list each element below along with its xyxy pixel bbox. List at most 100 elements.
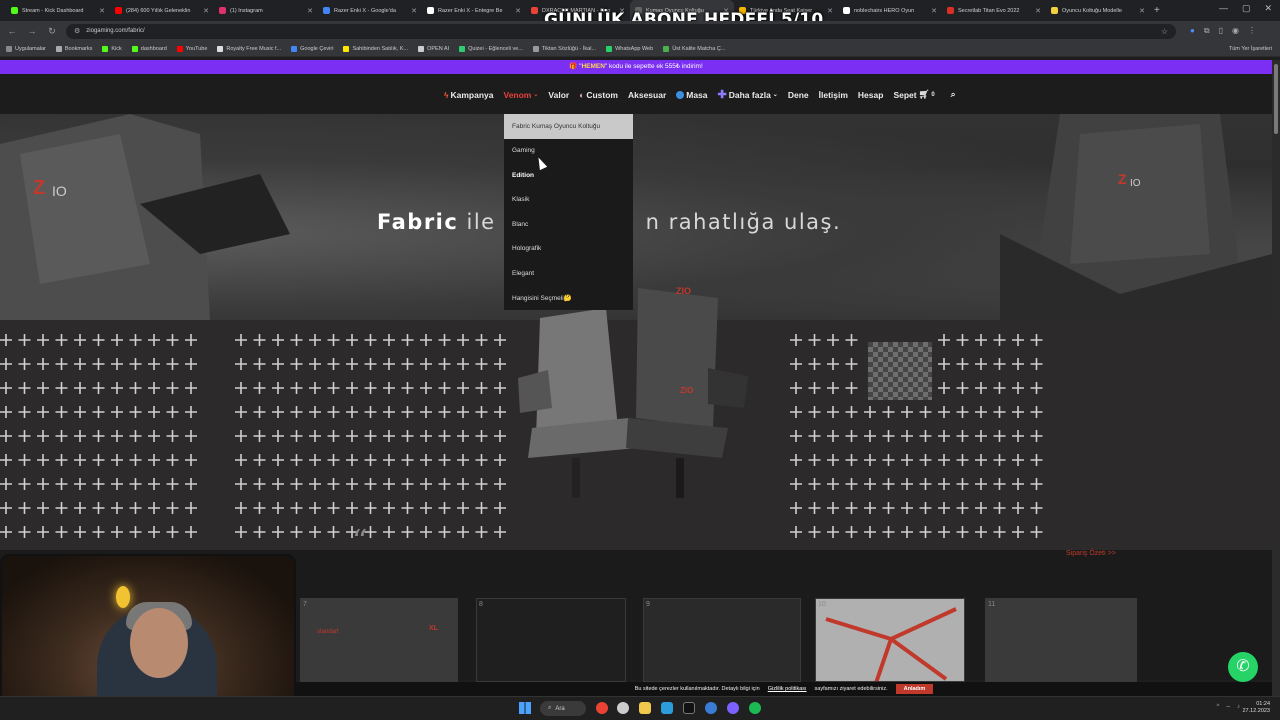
dropdown-item[interactable]: Edition [504, 163, 633, 188]
tray-chevron-icon[interactable]: ^ [1217, 704, 1220, 712]
windows-start-icon[interactable] [519, 702, 531, 714]
folder-icon[interactable] [639, 702, 651, 714]
minimize-icon[interactable]: — [1219, 3, 1228, 14]
tab-favicon [843, 7, 850, 14]
profile-avatar[interactable]: ◉ [1232, 26, 1239, 36]
nav-hesap[interactable]: Hesap [858, 89, 884, 100]
forward-icon[interactable]: → [26, 26, 38, 36]
chrome-icon[interactable] [596, 702, 608, 714]
nav-iletisim[interactable]: İletişim [819, 89, 848, 100]
dropdown-item[interactable]: Gaming [504, 139, 633, 164]
search-icon[interactable]: ⌕ [951, 89, 956, 100]
browser-tab[interactable]: Stream - Kick Dashboard ✕ [6, 0, 110, 21]
close-icon[interactable]: ✕ [1264, 3, 1272, 14]
bookmark-item[interactable]: Uygulamalar [6, 45, 46, 52]
nav-daha-fazla[interactable]: ✚ Daha fazla ⌄ [718, 89, 778, 100]
nav-valor[interactable]: Valor [548, 89, 569, 100]
url-field[interactable]: ⚙ ziogaming.com/fabric/ ☆ [66, 23, 1176, 39]
bookmark-item[interactable]: Bookmarks [55, 45, 92, 52]
plus-mark [975, 358, 987, 370]
close-tab-icon[interactable]: ✕ [203, 7, 209, 15]
bookmark-item[interactable]: Tiktan Sözlüğü - İkal... [532, 45, 596, 52]
plus-mark [148, 334, 160, 346]
volume-icon[interactable]: ♪ [1237, 704, 1240, 712]
close-tab-icon[interactable]: ✕ [931, 7, 937, 15]
close-tab-icon[interactable]: ✕ [99, 7, 105, 15]
product-thumbnail[interactable]: 8 [476, 598, 626, 682]
discord-icon[interactable] [727, 702, 739, 714]
product-thumbnail[interactable]: 11 [985, 598, 1137, 682]
bookmark-star-icon[interactable]: ☆ [1161, 27, 1168, 36]
close-tab-icon[interactable]: ✕ [411, 7, 417, 15]
nav-custom[interactable]: ◐ Custom [579, 89, 618, 100]
dropdown-item[interactable]: Elegant [504, 261, 633, 286]
browser-tab[interactable]: (284) 600 Yıllık Geleneklin ✕ [110, 0, 214, 21]
nav-aksesuar[interactable]: Aksesuar [628, 89, 666, 100]
bookmark-item[interactable]: YouTube [176, 45, 207, 52]
product-thumbnail[interactable]: 9 [643, 598, 801, 682]
back-icon[interactable]: ← [6, 26, 18, 36]
browser-tab[interactable]: (1) Instagram ✕ [214, 0, 318, 21]
close-tab-icon[interactable]: ✕ [1035, 7, 1041, 15]
extension-icon[interactable]: ● [1190, 26, 1195, 36]
product-thumbnail[interactable]: 7 standart XL [300, 598, 458, 682]
menu-icon[interactable]: ⋮ [1248, 26, 1256, 36]
spotify-icon[interactable] [749, 702, 761, 714]
dropdown-item[interactable]: Fabric Kumaş Oyuncu Koltuğu [504, 114, 633, 139]
nav-venom[interactable]: Venom ⌄ [504, 89, 539, 100]
bookmark-item[interactable]: Kick [102, 45, 122, 52]
dropdown-item[interactable]: Holografik [504, 237, 633, 262]
terminal-icon[interactable] [683, 702, 695, 714]
network-icon[interactable]: ⌔ [1225, 704, 1231, 712]
bookmark-item[interactable]: Royalty Free Music f... [217, 45, 281, 52]
plus-mark [129, 502, 142, 514]
plus-mark [92, 382, 105, 394]
new-tab-button[interactable]: + [1154, 5, 1160, 16]
dropdown-item[interactable]: Klasik [504, 188, 633, 213]
cookie-accept-button[interactable]: Anladım [895, 684, 934, 694]
bookmark-item[interactable]: WhatsApp Web [606, 45, 653, 52]
whatsapp-icon[interactable]: ✆ [1228, 652, 1258, 682]
product-thumbnail[interactable]: 10 [815, 598, 965, 682]
nav-masa[interactable]: Masa [676, 89, 708, 100]
privacy-policy-link[interactable]: Gizlilik politikası [768, 686, 807, 692]
bookmark-item[interactable]: Quizei - Eğlenceli ve... [459, 45, 523, 52]
browser-tab[interactable]: Secretlab Titan Evo 2022 ✕ [942, 0, 1046, 21]
app-icon-circle[interactable] [617, 702, 629, 714]
edge-icon[interactable] [705, 702, 717, 714]
puzzle-icon[interactable]: ⧉ [1204, 26, 1210, 36]
page-scrollbar[interactable] [1272, 60, 1280, 696]
bookmark-favicon [343, 45, 350, 52]
maximize-icon[interactable]: ▢ [1242, 3, 1251, 14]
close-tab-icon[interactable]: ✕ [515, 7, 521, 15]
dropdown-item[interactable]: Hangisini Seçmeli🤔 [504, 286, 633, 311]
nav-kampanya[interactable]: ϟ Kampanya [444, 89, 494, 100]
sidebar-icon[interactable]: ▯ [1219, 26, 1223, 36]
bookmark-favicon [6, 45, 12, 52]
photos-icon[interactable] [661, 702, 673, 714]
bookmark-item[interactable]: Google Çeviri [291, 45, 333, 52]
nav-dene[interactable]: Dene [788, 89, 809, 100]
close-tab-icon[interactable]: ✕ [1139, 7, 1145, 15]
taskbar-clock[interactable]: 01:24 27.12.2023 [1242, 701, 1270, 715]
bookmark-item[interactable]: Sahibinden Satılık, K... [343, 45, 408, 52]
site-info-icon[interactable]: ⚙ [74, 27, 80, 35]
reload-icon[interactable]: ↻ [46, 26, 58, 37]
browser-tab[interactable]: Razer Enki X - Google'da ✕ [318, 0, 422, 21]
order-summary-link[interactable]: Sipariş Özeti >> [1066, 550, 1116, 557]
dropdown-item[interactable]: Blanc [504, 212, 633, 237]
cart-button[interactable]: Sepet 🛒︎ 0 [893, 89, 934, 100]
browser-tab[interactable]: Razer Enki X - Entegre Be ✕ [422, 0, 526, 21]
bookmark-item[interactable]: OPEN AI [418, 45, 449, 52]
site-header: ϟ Kampanya Venom ⌄ Valor ◐ Custom Aksesuar … [0, 74, 1272, 114]
scrollbar-thumb[interactable] [1274, 64, 1278, 134]
close-tab-icon[interactable]: ✕ [827, 7, 833, 15]
plus-mark [938, 382, 950, 394]
browser-tab[interactable]: Oyuncu Koltuğu Modelle ✕ [1046, 0, 1150, 21]
bookmark-item[interactable]: dashboard [131, 45, 167, 52]
browser-tab[interactable]: noblechairs HERO Oyun ✕ [838, 0, 942, 21]
bookmark-item[interactable]: Üst Kalite Matcha Ç... [663, 45, 725, 52]
all-bookmarks-button[interactable]: Tüm Yer İşaretleri [1229, 46, 1272, 52]
close-tab-icon[interactable]: ✕ [307, 7, 313, 15]
taskbar-search[interactable]: ⌕ Ara [540, 701, 586, 716]
